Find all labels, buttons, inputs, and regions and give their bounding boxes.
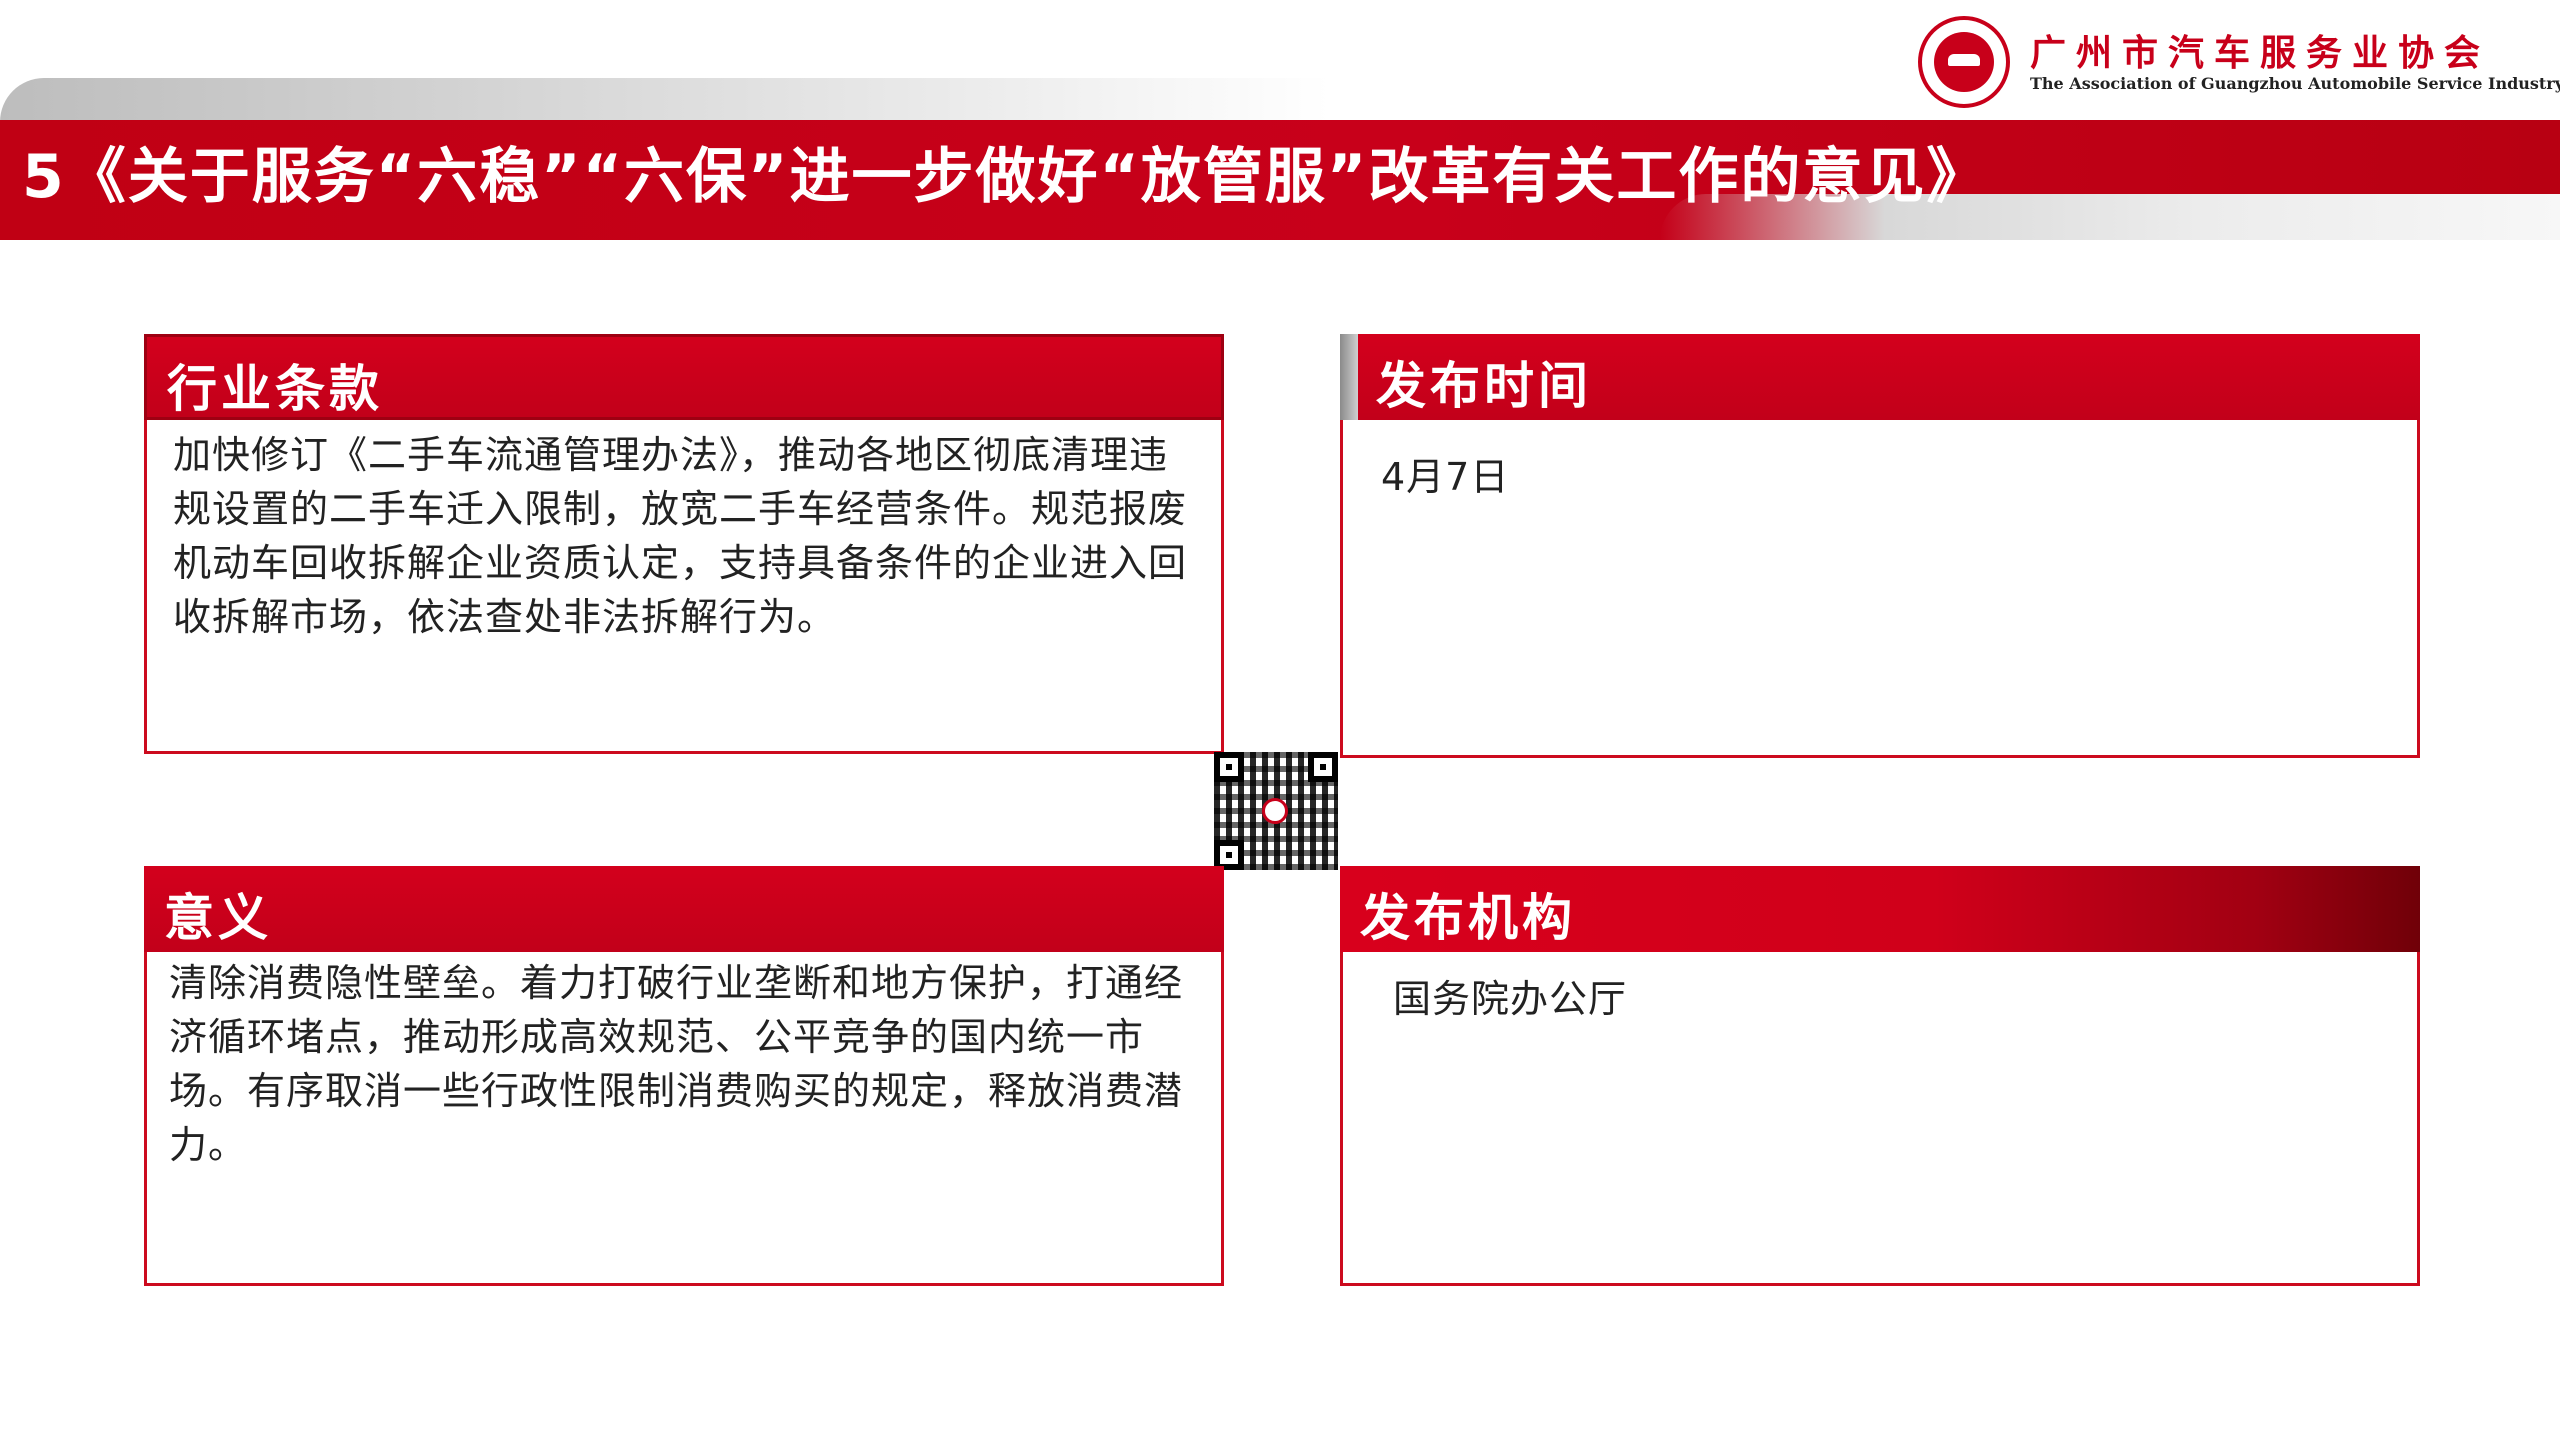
qr-logo-icon (1262, 798, 1288, 824)
qr-code-icon (1214, 752, 1338, 870)
card-text: 4月7日 (1381, 455, 1510, 499)
card-header: 行业条款 (144, 334, 1224, 420)
association-logo: 广州市汽车服务业协会 The Association of Guangzhou … (1918, 16, 2560, 108)
car-icon (1948, 54, 1980, 66)
card-text: 加快修订《二手车流通管理办法》，推动各地区彻底清理违规设置的二手车迁入限制，放宽… (173, 433, 1188, 639)
card-body: 国务院办公厅 (1340, 952, 2420, 1286)
card-title: 发布时间 (1376, 357, 1592, 415)
top-decor-band (0, 78, 1330, 122)
header-accent (1340, 334, 1358, 420)
card-title: 行业条款 (167, 360, 383, 418)
card-release-agency: 发布机构 国务院办公厅 (1340, 866, 2420, 1286)
card-body: 4月7日 (1340, 420, 2420, 758)
card-text: 国务院办公厅 (1393, 977, 1628, 1021)
card-body: 加快修订《二手车流通管理办法》，推动各地区彻底清理违规设置的二手车迁入限制，放宽… (144, 420, 1224, 754)
card-text: 清除消费隐性壁垒。着力打破行业垄断和地方保护，打通经济循环堵点，推动形成高效规范… (169, 961, 1184, 1167)
card-body: 清除消费隐性壁垒。着力打破行业垄断和地方保护，打通经济循环堵点，推动形成高效规范… (144, 952, 1224, 1286)
card-significance: 意义 清除消费隐性壁垒。着力打破行业垄断和地方保护，打通经济循环堵点，推动形成高… (144, 866, 1224, 1286)
card-header: 意义 (144, 866, 1224, 952)
logo-name-cn: 广州市汽车服务业协会 (2030, 33, 2491, 74)
card-title: 发布机构 (1360, 889, 1576, 947)
page-title: 5《关于服务“六稳”“六保”进一步做好“放管服”改革有关工作的意见》 (22, 142, 1989, 212)
logo-seal-icon (1918, 16, 2010, 108)
qr-finder (1214, 752, 1244, 782)
card-industry-clause: 行业条款 加快修订《二手车流通管理办法》，推动各地区彻底清理违规设置的二手车迁入… (144, 334, 1224, 754)
card-header: 发布机构 (1340, 866, 2420, 952)
card-release-time: 发布时间 4月7日 (1340, 334, 2420, 758)
qr-finder (1308, 752, 1338, 782)
logo-name-en: The Association of Guangzhou Automobile … (2030, 74, 2560, 93)
card-title: 意义 (164, 889, 272, 947)
card-header: 发布时间 (1340, 334, 2420, 420)
